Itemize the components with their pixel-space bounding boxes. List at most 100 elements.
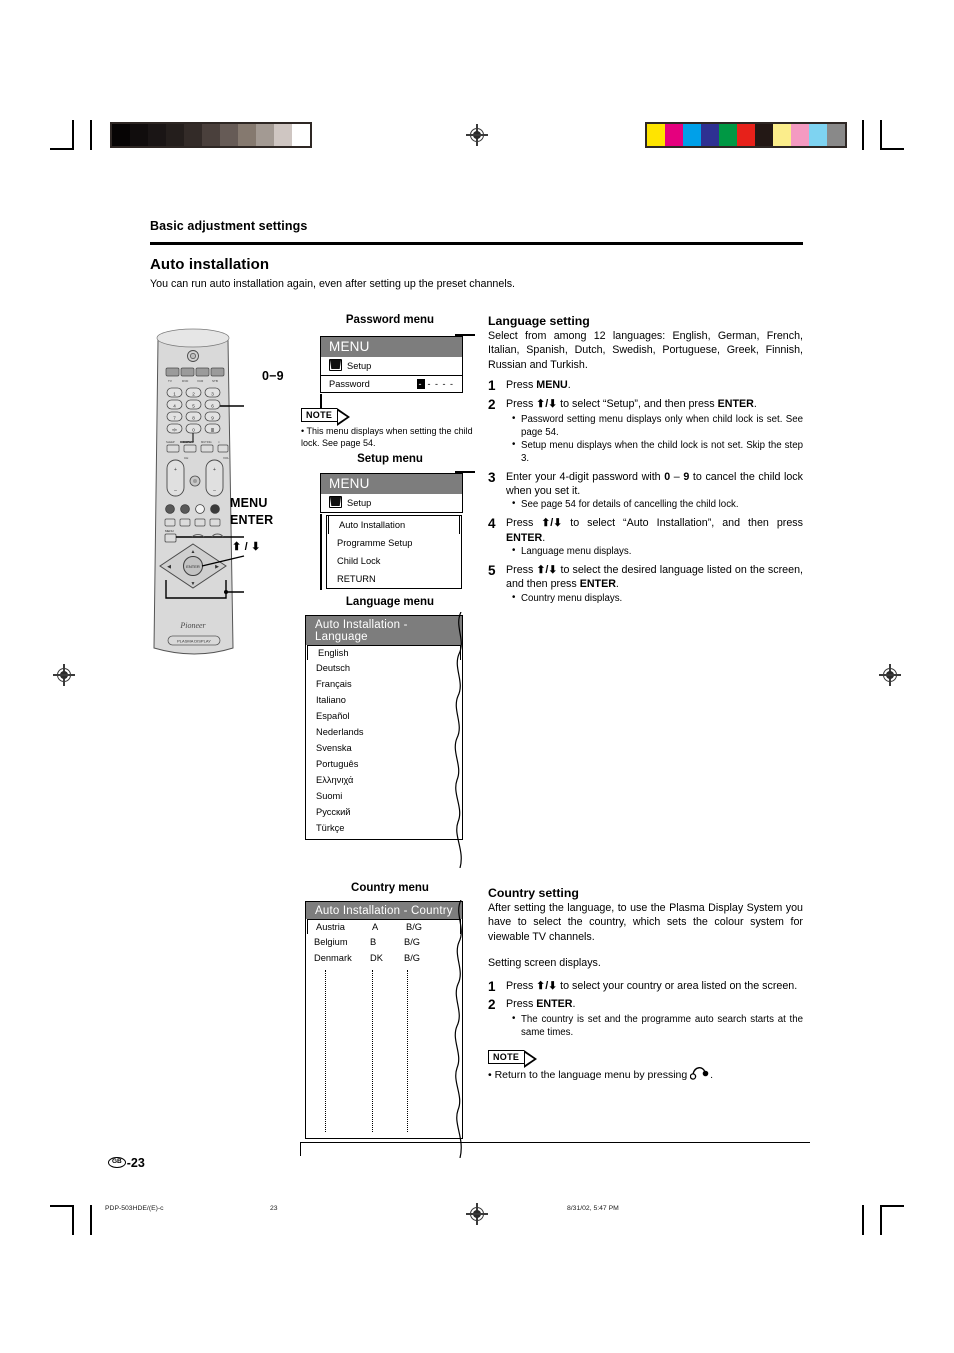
country-code: A (372, 922, 379, 932)
svg-text:SLEEP: SLEEP (166, 440, 175, 444)
step-number: 1 (488, 378, 496, 394)
country-menu-list: Austria A B/G Belgium B B/G Denmark DK B… (305, 919, 463, 1139)
language-menu-caption: Language menu (345, 596, 435, 608)
password-menu-setup-row[interactable]: Setup (320, 357, 463, 376)
calibration-swatch-1 (130, 124, 148, 146)
footer-timestamp: 8/31/02, 5:47 PM (567, 1205, 619, 1212)
language-item-portugues[interactable]: Português (306, 756, 462, 772)
svg-text:VCR: VCR (197, 379, 204, 383)
calibration-swatch-0 (647, 124, 665, 146)
callout-updown: ⬆ / ⬇ (232, 541, 261, 553)
bullet: Password setting menu displays only when… (512, 413, 803, 440)
svg-text:0: 0 (192, 428, 195, 433)
calibration-swatch-1 (665, 124, 683, 146)
page-lead: You can run auto installation again, eve… (150, 278, 516, 290)
password-menu-setup-label: Setup (347, 361, 372, 371)
setup-item-child-lock[interactable]: Child Lock (327, 552, 461, 570)
note-badge: NOTE (301, 407, 351, 426)
language-item-espanol[interactable]: Español (306, 708, 462, 724)
footer-rule-tick (300, 1142, 302, 1156)
crop-mark-tl2-v (90, 120, 92, 150)
setup-menu-header: MENU (320, 473, 463, 494)
page-number-block: GB -23 (108, 1154, 145, 1172)
page-number: -23 (126, 1156, 145, 1170)
step-text: Press ENTER. (506, 998, 576, 1011)
svg-text:CH: CH (184, 456, 188, 460)
calibration-swatch-6 (755, 124, 773, 146)
language-menu-graphic: Auto Installation - Language English Deu… (305, 615, 463, 840)
svg-text:7: 7 (173, 416, 176, 421)
step-text: Enter your 4-digit password with 0 – 9 t… (506, 470, 803, 497)
step-number: 5 (488, 562, 496, 578)
svg-text:VOL: VOL (223, 456, 229, 460)
bullet: Language menu displays. (512, 545, 803, 559)
language-item-francais[interactable]: Français (306, 676, 462, 692)
step-number: 2 (488, 397, 496, 413)
registration-mark-left (53, 664, 75, 686)
password-menu-caption: Password menu (345, 314, 435, 326)
language-step-4-bullets: Language menu displays. (512, 545, 803, 559)
language-menu-list: English Deutsch Français Italiano Españo… (305, 645, 463, 840)
language-menu-header: Auto Installation - Language (305, 615, 463, 646)
bullet: Country menu displays. (512, 592, 803, 606)
callout-digits: 0−9 (262, 369, 284, 383)
language-step-2: 2 Press ⬆/⬇ to select “Setup”, and then … (488, 397, 803, 413)
password-field-row[interactable]: Password - - - - - (320, 376, 463, 393)
country-setting-intro2: Setting screen displays. (488, 957, 601, 970)
svg-text:–: – (174, 488, 177, 494)
language-step-5-bullets: Country menu displays. (512, 592, 803, 606)
calibration-swatch-7 (773, 124, 791, 146)
registration-mark-top (466, 124, 488, 146)
language-item-suomi[interactable]: Suomi (306, 788, 462, 804)
setup-item-auto-installation[interactable]: Auto Installation (328, 515, 460, 535)
crop-mark-tl-v (72, 120, 74, 150)
setup-menu-setup-row[interactable]: Setup (320, 494, 463, 513)
password-menu-hook-top (455, 334, 475, 336)
calibration-swatch-3 (701, 124, 719, 146)
section-label: Basic adjustment settings (150, 219, 308, 233)
country-row-austria[interactable]: Austria A B/G (307, 919, 461, 935)
country-system: B/G (406, 922, 423, 932)
language-item-italiano[interactable]: Italiano (306, 692, 462, 708)
country-step-2-bullets: The country is set and the programme aut… (512, 1013, 803, 1040)
country-step-2: 2 Press ENTER. (488, 997, 803, 1013)
header-rule (150, 242, 803, 245)
country-row-belgium[interactable]: Belgium B B/G (306, 934, 462, 950)
language-item-deutsch[interactable]: Deutsch (306, 660, 462, 676)
calibration-swatch-2 (683, 124, 701, 146)
country-code: B (370, 937, 377, 947)
svg-text:•/•: •/• (172, 428, 177, 433)
language-item-turkce[interactable]: Türkçe (306, 820, 462, 836)
country-note-text: • Return to the language menu by pressin… (488, 1067, 803, 1084)
svg-text:PLASMA DISPLAY: PLASMA DISPLAY (177, 639, 211, 644)
calibration-swatch-6 (220, 124, 238, 146)
registration-mark-right (879, 664, 901, 686)
setup-item-programme-setup[interactable]: Programme Setup (327, 534, 461, 552)
language-item-russian[interactable]: Русский (306, 804, 462, 820)
language-item-nederlands[interactable]: Nederlands (306, 724, 462, 740)
region-badge: GB (108, 1157, 126, 1169)
country-row-denmark[interactable]: Denmark DK B/G (306, 950, 462, 966)
setup-item-return[interactable]: RETURN (327, 570, 461, 588)
language-item-svenska[interactable]: Svenska (306, 740, 462, 756)
country-system: B/G (404, 937, 421, 947)
svg-text:5: 5 (192, 404, 195, 409)
language-item-greek[interactable]: Ελληνιχά (306, 772, 462, 788)
calibration-swatch-0 (112, 124, 130, 146)
language-item-english[interactable]: English (307, 645, 461, 661)
language-step-1: 1 Press MENU. (488, 378, 803, 394)
svg-text:Pioneer: Pioneer (179, 621, 206, 630)
bullet: Setup menu displays when the child lock … (512, 439, 803, 466)
setup-menu-hook-left (320, 514, 322, 590)
svg-text:MENU: MENU (165, 529, 174, 533)
svg-text:◀: ◀ (167, 564, 171, 570)
return-arrow-icon (689, 1067, 710, 1084)
color-calibration-bar (645, 122, 847, 148)
step-text: Press ⬆/⬇ to select your country or area… (506, 979, 798, 992)
password-menu-header: MENU (320, 336, 463, 357)
callout-enter: ENTER (230, 513, 274, 527)
country-note-label: • Return to the language menu by pressin… (488, 1069, 688, 1082)
step-text: Press ⬆/⬇ to select the desired language… (506, 563, 803, 591)
svg-text:+: + (174, 467, 177, 473)
svg-text:6: 6 (211, 404, 214, 409)
